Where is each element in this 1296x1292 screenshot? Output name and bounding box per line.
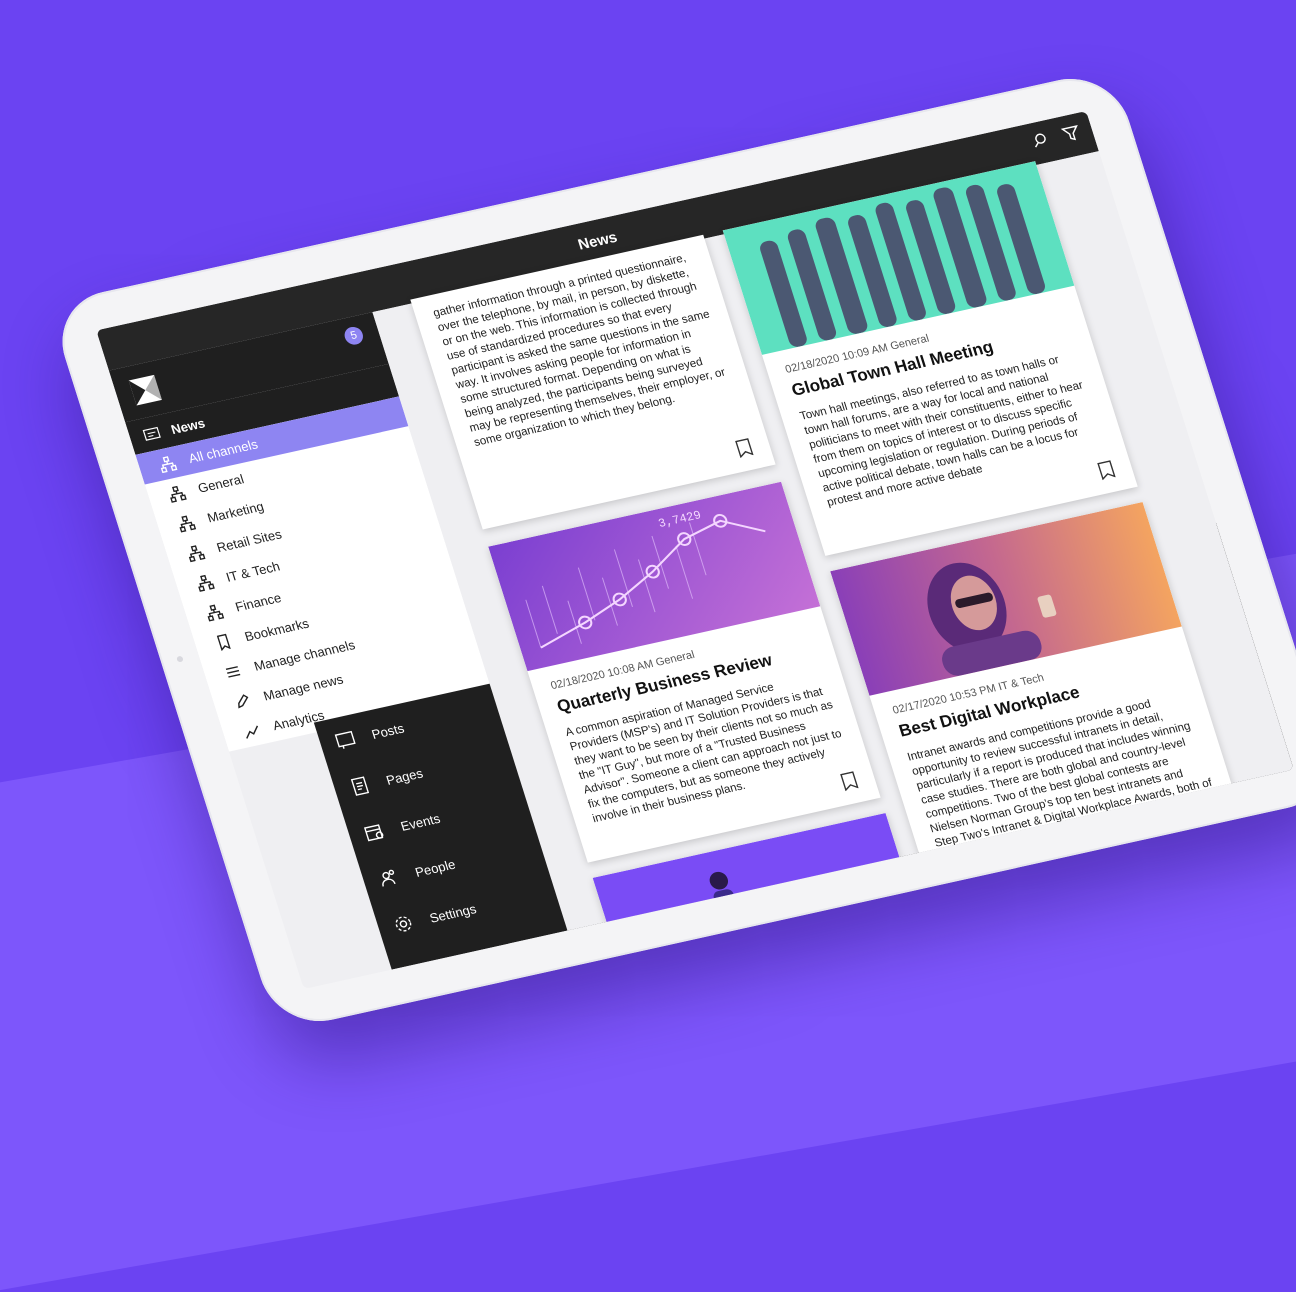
bookmark-icon[interactable] bbox=[1097, 460, 1116, 481]
search-icon[interactable] bbox=[1029, 130, 1054, 156]
pages-icon bbox=[350, 776, 370, 796]
sidebar-item-label: General bbox=[196, 471, 246, 496]
filter-icon[interactable] bbox=[1060, 123, 1085, 149]
channels-icon bbox=[169, 485, 187, 503]
app-logo-icon[interactable] bbox=[126, 373, 164, 408]
pencil-icon bbox=[237, 693, 249, 709]
people-icon bbox=[382, 869, 396, 887]
channels-icon bbox=[188, 544, 206, 562]
nav-item-label: Events bbox=[398, 810, 442, 834]
chart-icon bbox=[245, 725, 258, 739]
page-title: News bbox=[575, 228, 620, 254]
camera-dot bbox=[176, 655, 184, 663]
calendar-icon bbox=[363, 824, 384, 842]
bookmark-icon[interactable] bbox=[735, 438, 754, 459]
toolbar-actions bbox=[1029, 123, 1085, 156]
sidebar-item-label: News bbox=[169, 414, 207, 437]
notification-badge[interactable]: 5 bbox=[342, 325, 366, 347]
posts-icon bbox=[334, 730, 356, 749]
news-card[interactable]: 02/17/2020 10:53 PM IT & Tech Best Digit… bbox=[830, 501, 1234, 859]
nav-item-label: Posts bbox=[369, 720, 406, 742]
channels-icon bbox=[179, 515, 196, 533]
gear-icon bbox=[395, 916, 412, 932]
sidebar-item-label: Marketing bbox=[205, 498, 266, 526]
bookmark-icon[interactable] bbox=[840, 771, 859, 792]
channels-icon bbox=[207, 604, 225, 622]
bookmark-icon bbox=[216, 633, 231, 651]
channels-icon bbox=[198, 574, 215, 592]
chart-label: 3,7429 bbox=[657, 508, 703, 531]
channels-icon bbox=[160, 455, 178, 473]
news-icon bbox=[142, 426, 161, 441]
nav-item-label: Settings bbox=[427, 900, 478, 926]
nav-item-label: People bbox=[413, 856, 458, 880]
sidebar-item-label: IT & Tech bbox=[224, 558, 282, 585]
nav-item-label: Pages bbox=[384, 765, 425, 788]
list-icon bbox=[225, 665, 241, 678]
sidebar-item-label: Finance bbox=[233, 590, 284, 615]
